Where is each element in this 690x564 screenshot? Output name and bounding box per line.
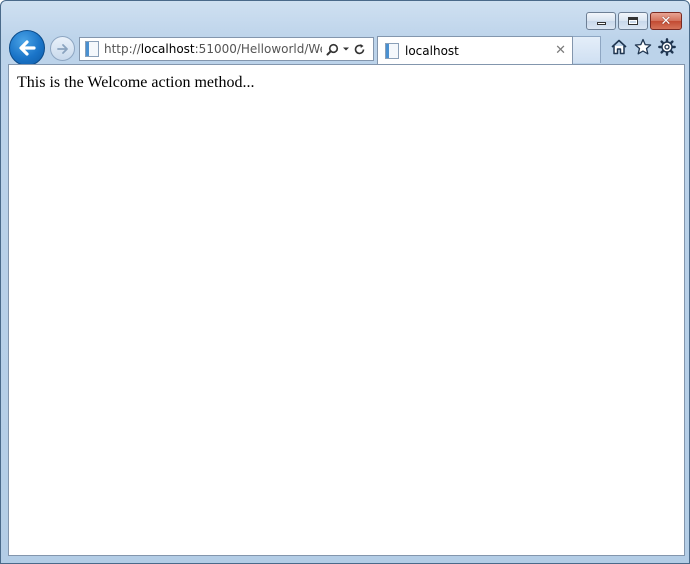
forward-arrow-icon [56,43,68,54]
maximize-icon [628,17,638,25]
new-tab-button[interactable] [573,36,601,63]
url-prefix: http:// [104,42,141,56]
close-window-button[interactable]: ✕ [650,12,682,30]
minimize-icon [596,22,606,25]
star-icon[interactable] [633,37,653,57]
browser-window: ✕ http://localhost:51000/Helloworld/Welc… [0,0,690,564]
page-icon [85,41,99,57]
gear-icon[interactable] [657,37,677,57]
address-bar[interactable]: http://localhost:51000/Helloworld/Welcc [79,37,374,61]
tab-close-icon[interactable]: ✕ [555,43,566,58]
home-icon[interactable] [609,37,629,57]
maximize-button[interactable] [618,12,648,30]
address-tools [326,43,366,56]
page-content: This is the Welcome action method... [8,64,685,556]
forward-button[interactable] [50,36,75,61]
tab-label: localhost [405,43,459,58]
close-icon: ✕ [660,13,672,29]
minimize-button[interactable] [586,12,616,30]
url-host: localhost [140,42,195,56]
url-text[interactable]: http://localhost:51000/Helloworld/Welcc [104,42,322,56]
tab-localhost[interactable]: localhost ✕ [377,36,573,64]
back-arrow-icon [19,40,36,56]
refresh-icon[interactable] [353,43,366,56]
chevron-down-icon[interactable] [342,45,350,53]
tab-page-icon [385,42,399,59]
page-body-text: This is the Welcome action method... [17,74,255,91]
back-button[interactable] [9,30,45,66]
search-icon[interactable] [326,43,339,56]
url-rest: :51000/Helloworld/Welcc [194,42,322,56]
